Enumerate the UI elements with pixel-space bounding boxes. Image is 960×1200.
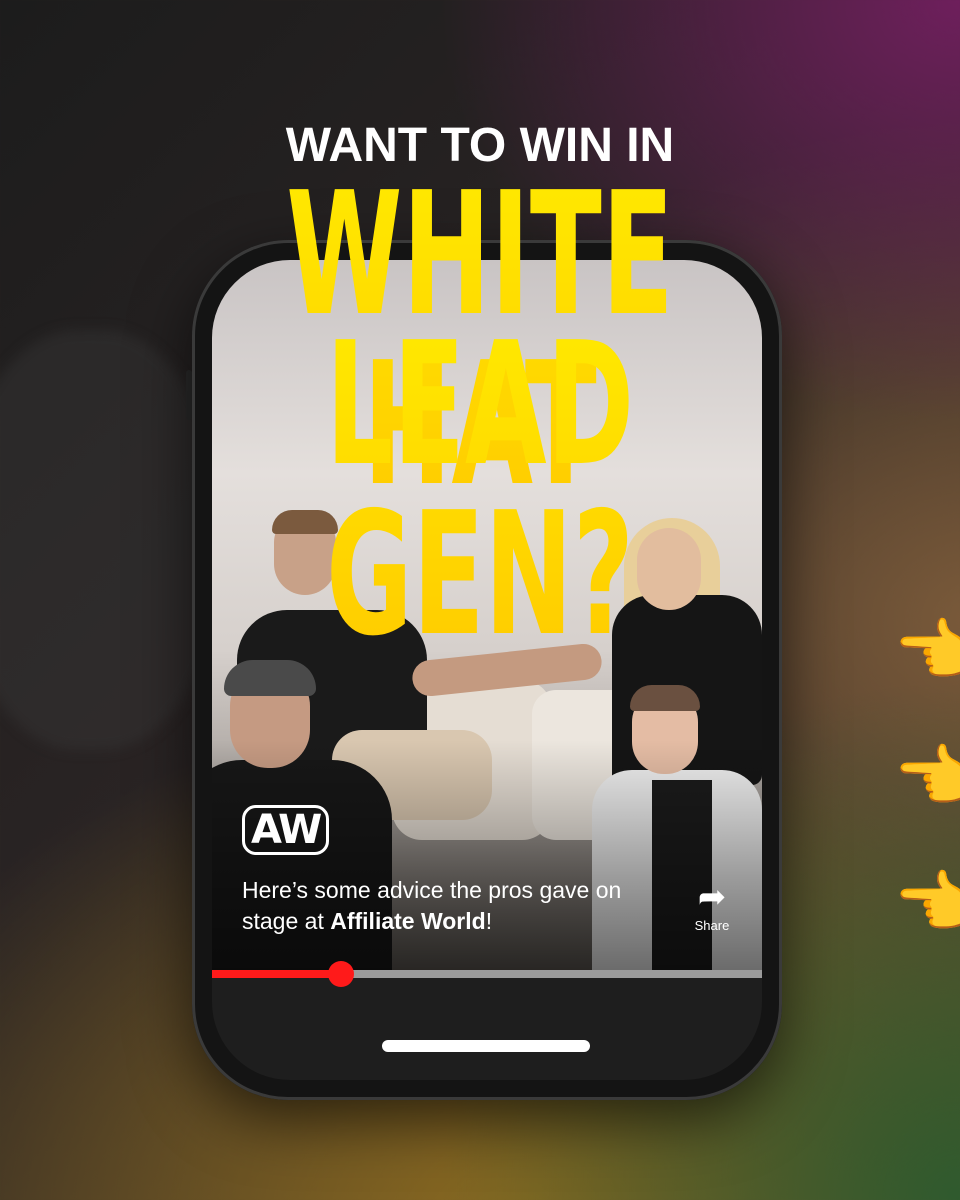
pointing-left-hand-icon: 👈	[893, 738, 960, 817]
video-progress-fill	[212, 970, 342, 978]
pointing-left-hand-icon: 👈	[893, 864, 960, 943]
panelist-young-man-hair	[630, 685, 700, 711]
share-label: Share	[694, 918, 730, 933]
video-scrubber-handle[interactable]	[328, 961, 355, 987]
affiliate-world-logo: AW	[242, 805, 330, 855]
share-button[interactable]: ➦ Share	[682, 880, 742, 933]
video-progress-bar[interactable]	[212, 961, 762, 987]
headline-line-2: LEAD GEN?	[182, 320, 777, 660]
home-indicator[interactable]	[382, 1040, 590, 1052]
pointing-left-hand-icon: 👈	[893, 612, 960, 691]
panelist-front-hair	[224, 660, 316, 696]
caption-end: !	[485, 908, 493, 934]
share-arrow-icon: ➦	[697, 878, 727, 916]
pointing-emoji-column: 👈 👈 👈	[893, 618, 960, 996]
video-caption: Here’s some advice the pros gave on stag…	[242, 875, 662, 937]
caption-brand: Affiliate World	[330, 908, 486, 934]
